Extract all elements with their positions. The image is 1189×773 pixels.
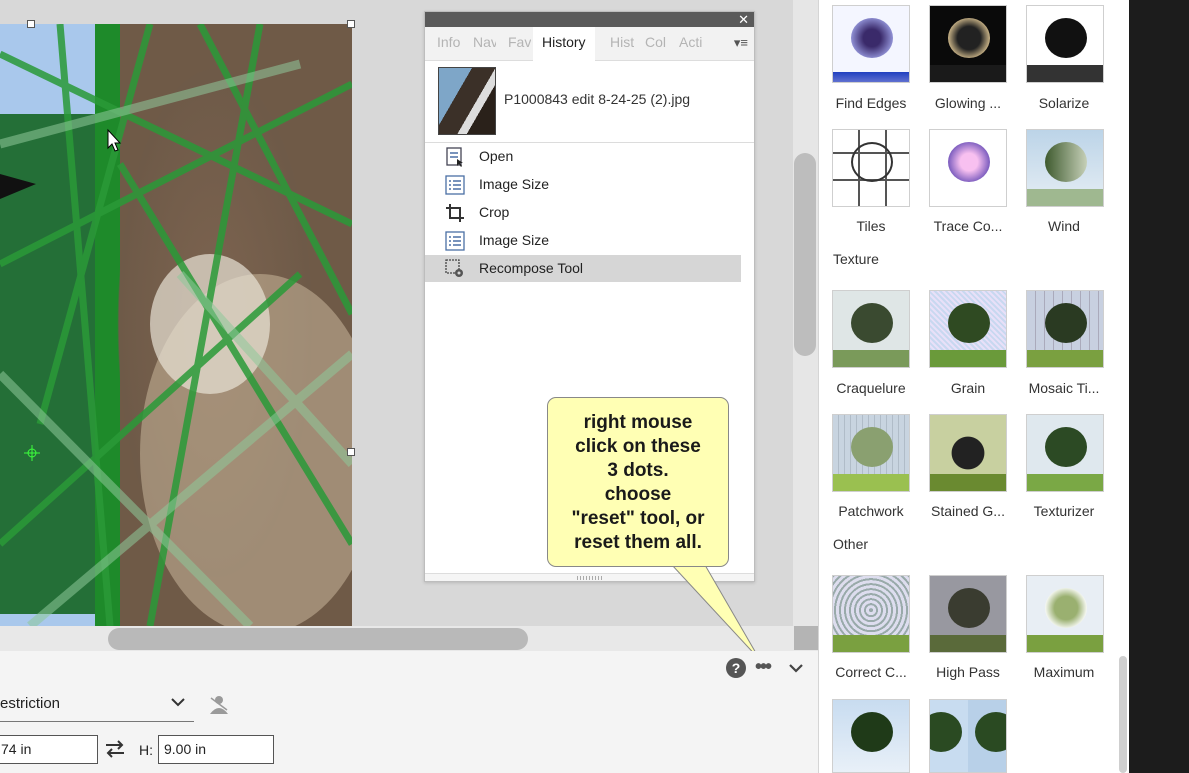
filter-thumbnail-solarize[interactable] <box>1026 5 1104 83</box>
category-other: Other <box>833 536 869 552</box>
filter-thumbnail-offset[interactable] <box>929 699 1007 773</box>
filters-scroll-thumb[interactable] <box>1119 656 1127 773</box>
filter-label: Find Edges <box>835 95 907 111</box>
tab-navigator[interactable]: Nav <box>473 27 496 61</box>
height-label: H: <box>139 742 153 758</box>
image-size-icon <box>445 231 465 251</box>
history-item-label: Recompose Tool <box>479 260 584 276</box>
filter-label: Solarize <box>1038 95 1090 111</box>
height-field[interactable]: 9.00 in <box>158 735 274 764</box>
filter-thumbnail-patchwork[interactable] <box>832 414 910 492</box>
width-field[interactable]: 74 in <box>0 735 98 764</box>
filter-label: Patchwork <box>838 503 904 519</box>
history-snapshot-row[interactable]: P1000843 edit 8-24-25 (2).jpg <box>425 61 754 143</box>
transform-handle-right[interactable] <box>347 448 355 456</box>
more-options-icon[interactable]: ••• <box>755 656 772 679</box>
open-document-icon <box>446 147 463 167</box>
filter-thumbnail-mosaic-tiles[interactable] <box>1026 290 1104 368</box>
category-texture: Texture <box>833 251 879 267</box>
transform-handle-top-right[interactable] <box>347 20 355 28</box>
filter-label: Correct C... <box>835 664 907 680</box>
history-item-open[interactable]: Open <box>425 143 741 170</box>
history-item-label: Image Size <box>479 232 550 248</box>
document-thumbnail <box>438 67 496 135</box>
callout-line: right mouse <box>583 412 693 433</box>
filter-label: Grain <box>950 380 986 396</box>
resize-grip-icon[interactable] <box>577 576 603 580</box>
photo-overlay-lines <box>0 24 352 626</box>
filter-thumbnail-median[interactable] <box>832 699 910 773</box>
canvas-horizontal-scroll-thumb[interactable] <box>108 628 528 650</box>
panel-titlebar[interactable]: ✕ <box>425 12 754 27</box>
filter-thumbnail-correct-camera[interactable] <box>832 575 910 653</box>
history-item-label: Crop <box>479 204 510 220</box>
filter-thumbnail-tiles[interactable] <box>832 129 910 207</box>
history-item-label: Open <box>479 148 514 164</box>
history-item-crop[interactable]: Crop <box>425 199 741 226</box>
panel-menu-icon[interactable]: ▾≡ <box>734 35 748 51</box>
history-item-image-size[interactable]: Image Size <box>425 227 741 254</box>
callout-line: 3 dots. <box>607 460 669 481</box>
history-item-image-size[interactable]: Image Size <box>425 171 741 198</box>
crosshair-icon[interactable] <box>24 445 40 461</box>
crop-icon <box>446 204 464 222</box>
remove-protect-icon[interactable] <box>207 694 231 714</box>
filter-label: Stained G... <box>931 503 1005 519</box>
image-size-icon <box>445 175 465 195</box>
filter-thumbnail-stained-glass[interactable] <box>929 414 1007 492</box>
filter-label: Texturizer <box>1033 503 1095 519</box>
tab-info[interactable]: Info <box>437 27 463 61</box>
chevron-down-icon <box>171 698 185 707</box>
scroll-corner <box>794 626 818 650</box>
transform-handle-top-left[interactable] <box>27 20 35 28</box>
swap-dimensions-icon[interactable] <box>104 740 126 758</box>
filter-thumbnail-maximum[interactable] <box>1026 575 1104 653</box>
filter-label: Trace Co... <box>933 218 1003 234</box>
filter-label: Tiles <box>856 218 886 234</box>
filter-thumbnail-trace-contour[interactable] <box>929 129 1007 207</box>
callout-line: reset them all. <box>574 532 702 553</box>
filter-label: Craquelure <box>836 380 906 396</box>
restriction-dropdown[interactable]: estriction <box>0 686 194 722</box>
restriction-label: estriction <box>0 695 61 712</box>
edited-photo[interactable] <box>0 24 352 626</box>
filter-thumbnail-wind[interactable] <box>1026 129 1104 207</box>
history-item-recompose-tool[interactable]: Recompose Tool <box>425 255 741 282</box>
chevron-down-icon[interactable] <box>786 658 806 678</box>
callout-line: "reset" tool, or <box>571 508 705 529</box>
window-background <box>1129 0 1189 773</box>
callout-line: choose <box>604 484 672 505</box>
filter-thumbnail-glowing-edges[interactable] <box>929 5 1007 83</box>
history-item-label: Image Size <box>479 176 550 192</box>
filter-thumbnail-find-edges[interactable] <box>832 5 910 83</box>
canvas-vertical-scroll-thumb[interactable] <box>794 153 816 356</box>
annotation-callout: right mouse click on these 3 dots. choos… <box>547 397 729 567</box>
panel-resize-bar[interactable] <box>425 573 754 581</box>
tab-color[interactable]: Col <box>645 27 667 61</box>
document-name: P1000843 edit 8-24-25 (2).jpg <box>504 91 691 107</box>
filter-label: High Pass <box>936 664 1000 680</box>
recompose-tool-icon <box>445 259 463 277</box>
filter-thumbnail-texturizer[interactable] <box>1026 414 1104 492</box>
filter-label: Glowing ... <box>934 95 1002 111</box>
tab-histogram[interactable]: Hist <box>610 27 634 61</box>
tab-actions[interactable]: Acti <box>679 27 706 61</box>
filter-thumbnail-craquelure[interactable] <box>832 290 910 368</box>
filter-thumbnail-high-pass[interactable] <box>929 575 1007 653</box>
tab-history[interactable]: History <box>533 27 595 61</box>
filter-thumbnail-grain[interactable] <box>929 290 1007 368</box>
filter-label: Mosaic Ti... <box>1028 380 1100 396</box>
filter-label: Maximum <box>1033 664 1095 680</box>
filter-label: Wind <box>1048 218 1080 234</box>
panel-tab-bar: Info Nav Fav History Hist Col Acti ▾≡ <box>425 27 754 61</box>
tab-favorites[interactable]: Fav <box>508 27 531 61</box>
callout-line: click on these <box>575 436 701 457</box>
close-icon[interactable]: ✕ <box>738 12 749 27</box>
help-icon[interactable]: ? <box>726 658 746 678</box>
